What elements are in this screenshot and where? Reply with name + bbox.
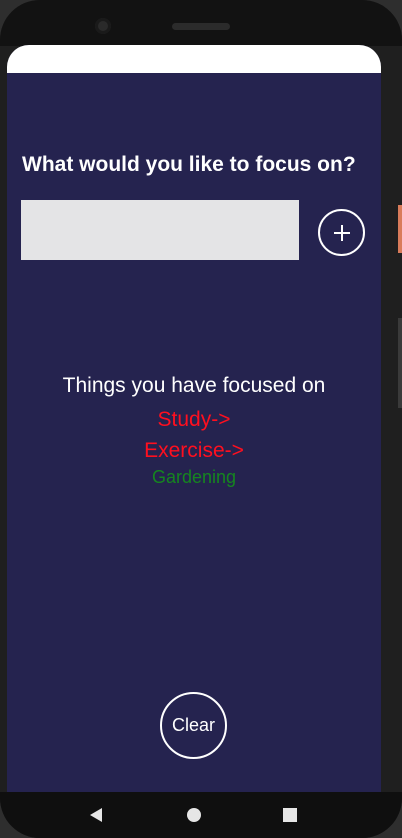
add-focus-button[interactable] bbox=[318, 209, 365, 256]
clear-button[interactable]: Clear bbox=[160, 692, 227, 759]
front-camera-icon bbox=[95, 18, 111, 34]
plus-icon bbox=[333, 224, 350, 241]
list-item-exercise[interactable]: Exercise-> bbox=[7, 435, 381, 466]
list-item-gardening[interactable]: Gardening bbox=[7, 466, 381, 489]
back-button[interactable] bbox=[81, 802, 111, 828]
recents-square-icon bbox=[283, 808, 297, 822]
app-screen: What would you like to focus on? Things … bbox=[7, 45, 381, 792]
list-item-study[interactable]: Study-> bbox=[7, 404, 381, 435]
home-circle-icon bbox=[187, 808, 201, 822]
earpiece-speaker bbox=[172, 23, 230, 30]
back-triangle-icon bbox=[90, 808, 102, 822]
phone-frame: What would you like to focus on? Things … bbox=[0, 0, 402, 838]
home-button[interactable] bbox=[179, 802, 209, 828]
phone-top-bezel bbox=[0, 0, 402, 46]
power-button bbox=[398, 205, 402, 253]
focus-prompt-title: What would you like to focus on? bbox=[22, 153, 356, 176]
status-bar bbox=[7, 45, 381, 73]
volume-button bbox=[398, 318, 402, 408]
focus-input[interactable] bbox=[21, 200, 299, 260]
recents-button[interactable] bbox=[275, 802, 305, 828]
android-navigation-bar bbox=[0, 792, 402, 838]
focus-history-list: Study-> Exercise-> Gardening bbox=[7, 404, 381, 489]
history-heading: Things you have focused on bbox=[62, 374, 326, 397]
